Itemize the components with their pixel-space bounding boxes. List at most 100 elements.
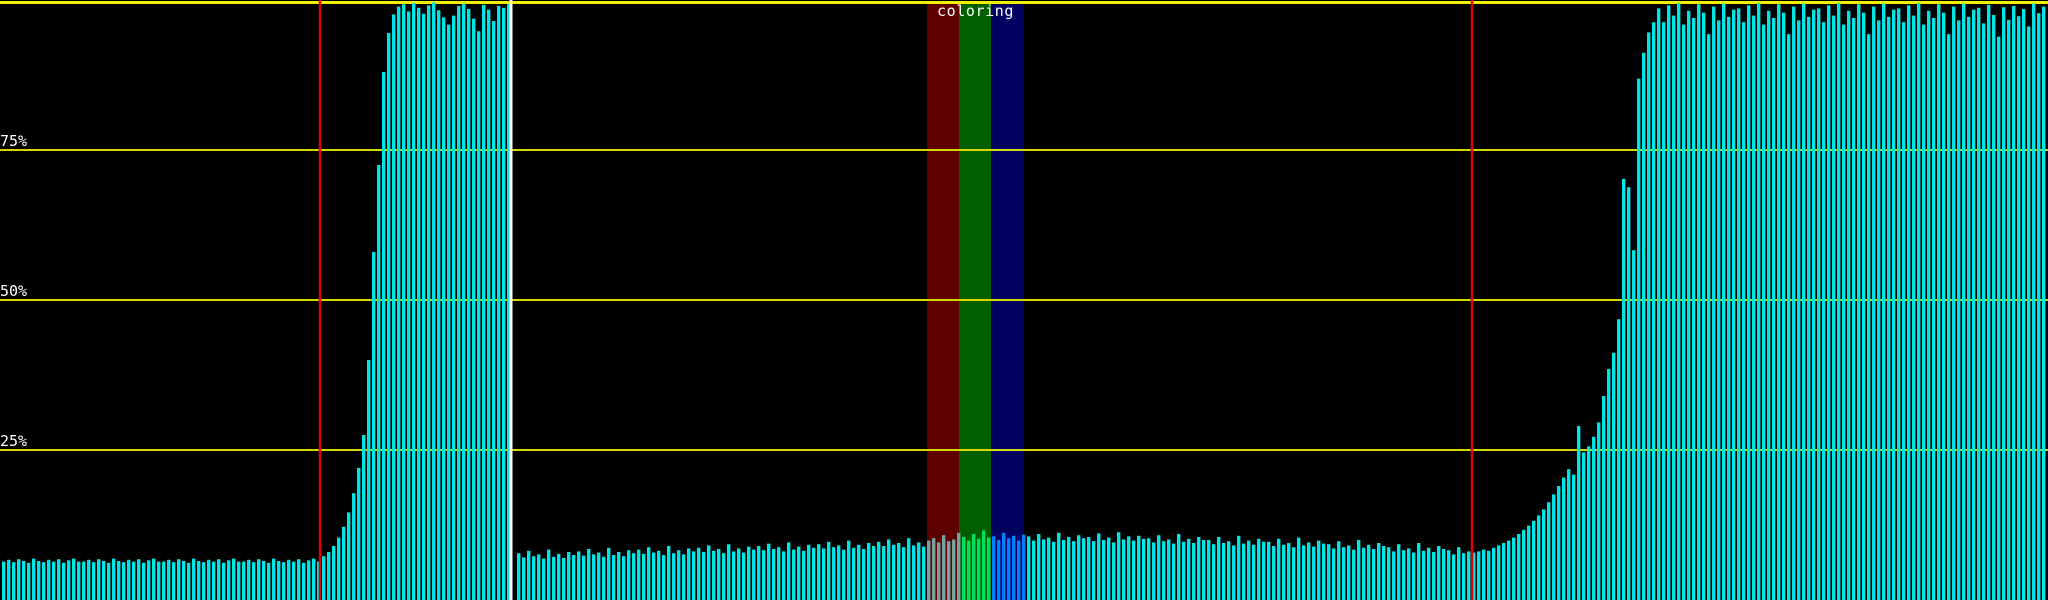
bar [1257,539,1260,600]
bar [1512,538,1515,600]
bar [1202,540,1205,600]
bar [422,14,425,600]
bar [1997,37,2000,600]
bar [877,542,880,600]
bar [87,560,90,600]
bar [647,547,650,600]
bar [207,560,210,600]
bar [92,562,95,600]
bar [1942,13,1945,600]
bar [1532,521,1535,600]
bar [1682,25,1685,600]
bar [1407,548,1410,600]
bar [1837,3,1840,600]
bar [1897,8,1900,600]
bar [407,11,410,600]
bar [827,542,830,600]
bar [1437,546,1440,600]
bar [302,563,305,600]
bar [1782,13,1785,600]
bar [2002,7,2005,600]
bar [32,559,35,600]
bar [327,552,330,600]
bar [502,8,505,600]
bar [132,562,135,600]
bar [692,551,695,600]
bar [1097,533,1100,600]
bar [1347,545,1350,600]
bar [1292,547,1295,600]
bar [1482,550,1485,600]
bar [1777,4,1780,600]
color-bands [927,4,1024,600]
bar [1662,22,1665,600]
bar [107,563,110,600]
bar [197,561,200,600]
bar [122,562,125,600]
bar [1162,541,1165,600]
bar [487,10,490,600]
bar [987,538,990,600]
chart-canvas: 75%50%25% coloring [0,0,2048,600]
bar [7,560,10,600]
bar [412,3,415,600]
bar [1012,536,1015,600]
bar [917,542,920,600]
bar [462,4,465,600]
bar [1712,7,1715,600]
bar [587,549,590,600]
bar [1297,538,1300,600]
bar [192,559,195,600]
bar [1692,18,1695,600]
bar [2037,13,2040,600]
bar [1717,20,1720,600]
bar [262,561,265,600]
bar [1172,544,1175,600]
bar [557,554,560,600]
bar [1322,544,1325,600]
bar [1192,543,1195,600]
bar [1732,10,1735,600]
bar [1232,545,1235,600]
bar [397,7,400,600]
bar [152,559,155,600]
bar [187,563,190,600]
bar [687,548,690,600]
bar [537,554,540,600]
bar [637,550,640,600]
bar [682,554,685,600]
bar [1077,535,1080,600]
bar [77,562,80,600]
bar [1157,535,1160,600]
axis-label-75: 75% [0,132,27,150]
bar [347,512,350,600]
bar [732,551,735,600]
bar [157,562,160,600]
bar [2017,16,2020,600]
bar [617,552,620,600]
bar [1262,542,1265,600]
bar [2032,4,2035,600]
bar [922,547,925,600]
bar [297,559,300,600]
bar [982,530,985,600]
bar [1422,551,1425,600]
bar [1707,34,1710,600]
bar [1487,551,1490,600]
bar [1022,535,1025,600]
bar [1062,540,1065,600]
bar [467,9,470,600]
bar [927,541,930,600]
bar [1807,17,1810,600]
bar [1242,544,1245,600]
bar [1547,502,1550,600]
bar [517,553,520,600]
bar [252,562,255,600]
bar [1902,22,1905,600]
bar [527,551,530,600]
bar [162,562,165,600]
axis-labels: 75%50%25% [0,132,27,450]
bar [457,6,460,600]
bar [1327,544,1330,600]
bar [1492,548,1495,600]
